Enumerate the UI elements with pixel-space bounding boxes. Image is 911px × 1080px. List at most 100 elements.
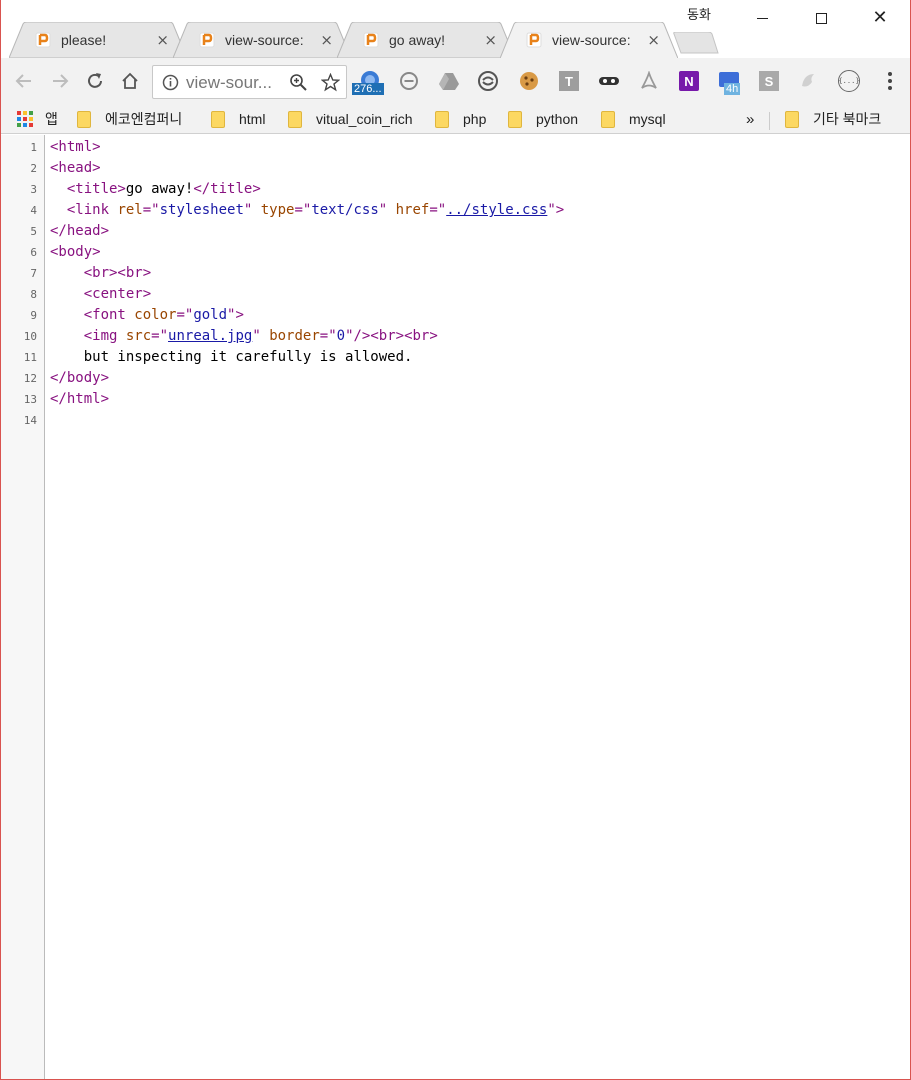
tab-title: view-source: [552, 32, 631, 48]
bookmark-folder-vitual-coin-rich[interactable]: vitual_coin_rich [288, 108, 413, 130]
source-token: src [125, 328, 152, 344]
browser-window: 동화 ✕ please! × view-source: × go away! ×… [0, 0, 911, 1080]
code-extension-icon[interactable]: {...} [838, 70, 860, 92]
info-icon[interactable] [162, 74, 179, 91]
bookmark-folder-php[interactable]: php [435, 108, 486, 130]
source-link[interactable]: ../style.css [446, 202, 547, 218]
source-token: =" [294, 202, 312, 218]
url-text[interactable]: view-sour... [186, 73, 272, 93]
code-extension-letter: {...} [838, 70, 860, 92]
acrobat-extension-icon[interactable] [638, 70, 660, 92]
bookmark-apps[interactable]: 앱 [17, 108, 58, 130]
source-token: " [378, 202, 396, 218]
timer-extension-icon[interactable]: 4h [718, 70, 741, 95]
minimize-button[interactable] [739, 4, 785, 32]
cookie-extension-icon[interactable] [518, 70, 540, 92]
source-token: href [395, 202, 430, 218]
maximize-button[interactable] [798, 4, 844, 32]
menu-button[interactable] [879, 70, 901, 92]
tab-go-away[interactable]: go away! × [337, 22, 515, 58]
bookmarks-overflow-button[interactable]: » [746, 108, 754, 130]
new-tab-button[interactable] [673, 31, 719, 54]
source-token: text/css [311, 202, 379, 218]
tab-close-icon[interactable]: × [484, 31, 497, 49]
bookmark-label: php [463, 111, 487, 127]
tab-strip: 동화 ✕ please! × view-source: × go away! ×… [1, 0, 910, 58]
reload-button[interactable] [82, 68, 108, 94]
source-token: =" [176, 307, 194, 323]
zoom-icon[interactable] [289, 73, 308, 92]
bookmarks-bar: 앱 에코엔컴퍼니 html vitual_coin_rich php pytho… [1, 104, 910, 134]
bookmark-folder-python[interactable]: python [508, 108, 578, 130]
source-token: =" [319, 328, 337, 344]
line-number: 1 [30, 141, 37, 154]
source-token: "/><br><br> [345, 328, 438, 344]
source-token: 0 [336, 328, 346, 344]
bookmark-folder-other[interactable]: 기타 북마크 [785, 108, 881, 130]
source-token: <html> [50, 139, 101, 155]
drive-extension-icon[interactable] [438, 70, 460, 92]
line-number: 5 [30, 225, 37, 238]
source-token: <font [83, 307, 135, 323]
address-bar[interactable]: view-sour... [152, 65, 347, 99]
tab-view-source-1[interactable]: view-source: × [173, 22, 351, 58]
close-icon: ✕ [872, 7, 888, 28]
bookmark-label: vitual_coin_rich [316, 111, 413, 127]
line-code: <html> [50, 137, 101, 158]
source-line: 10 <img src="unreal.jpg" border="0"/><br… [1, 326, 901, 347]
window-close-button[interactable]: ✕ [857, 4, 903, 32]
tab-favicon-icon [526, 32, 542, 48]
mask-extension-icon[interactable] [598, 70, 620, 92]
bookmark-folder-mysql[interactable]: mysql [601, 108, 666, 130]
tab-title: view-source: [225, 32, 304, 48]
source-token: <center> [83, 286, 152, 302]
line-code: </body> [50, 368, 109, 389]
line-number: 14 [23, 414, 37, 427]
source-token: =" [151, 328, 169, 344]
onenote-extension-icon[interactable]: N [678, 70, 700, 92]
bookmark-star-icon[interactable] [321, 73, 340, 92]
source-token: "> [227, 307, 244, 323]
tab-title: please! [61, 32, 107, 48]
tab-close-icon[interactable]: × [647, 31, 660, 49]
tab-close-icon[interactable]: × [320, 31, 333, 49]
sync-extension-icon[interactable] [477, 70, 499, 92]
bookmark-folder-ecoencompany[interactable]: 에코엔컴퍼니 [77, 108, 182, 130]
swirl-extension-icon[interactable] [798, 70, 820, 92]
block-extension-icon[interactable] [398, 70, 420, 92]
tab-view-source-active[interactable]: view-source: × [500, 22, 678, 58]
tab-favicon-icon [35, 32, 51, 48]
home-button[interactable] [117, 68, 143, 94]
source-token: </body> [50, 370, 110, 386]
source-link[interactable]: unreal.jpg [168, 328, 252, 344]
kebab-menu-icon [888, 72, 892, 90]
folder-icon [211, 110, 225, 128]
source-token: but inspecting it carefully is allowed. [83, 349, 413, 365]
tab-close-icon[interactable]: × [156, 31, 169, 49]
folder-icon [288, 110, 302, 128]
line-number: 4 [30, 204, 37, 217]
bookmark-folder-html[interactable]: html [211, 108, 265, 130]
line-number: 13 [23, 393, 37, 406]
source-token: " [252, 328, 270, 344]
source-token: stylesheet [159, 202, 244, 218]
bookmark-label: 기타 북마크 [813, 111, 882, 127]
t-extension-icon[interactable]: T [558, 70, 580, 92]
folder-icon [77, 110, 91, 128]
bookmark-label: python [536, 111, 579, 127]
extension-badge: 276... [352, 83, 384, 95]
line-code: <center> [50, 284, 151, 305]
source-token: go away! [125, 181, 194, 197]
tab-please[interactable]: please! × [9, 22, 187, 58]
source-token: border [269, 328, 320, 344]
s-extension-icon[interactable]: S [758, 70, 780, 92]
source-line: 1 <html> [1, 137, 901, 158]
source-token: </title> [193, 181, 261, 197]
forward-button[interactable] [47, 68, 73, 94]
badge-counter-extension-icon[interactable]: 276... [352, 70, 384, 95]
back-button[interactable] [11, 68, 37, 94]
forward-arrow-icon [53, 74, 69, 88]
folder-icon [601, 110, 615, 128]
